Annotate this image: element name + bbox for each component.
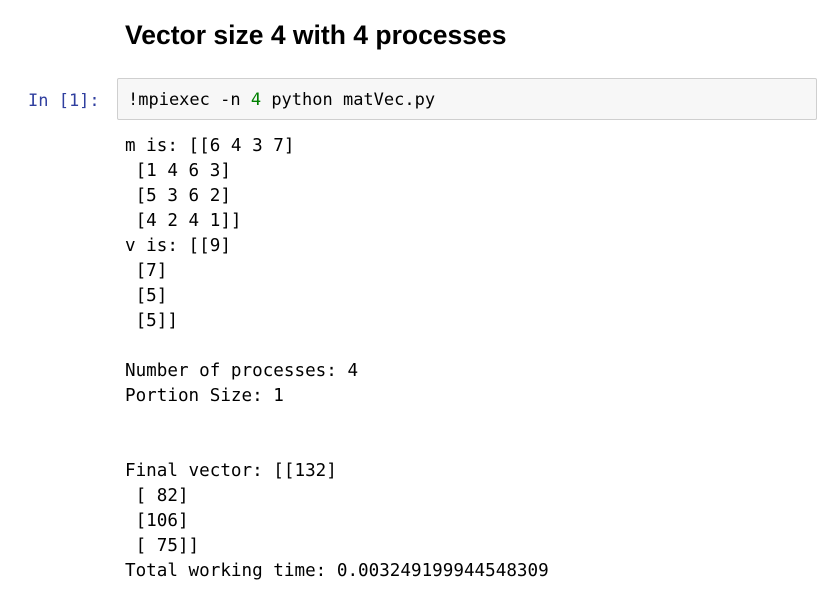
output-line: v is: [[9] (125, 236, 231, 256)
markdown-heading: Vector size 4 with 4 processes (125, 20, 507, 50)
output-line: Total working time: 0.003249199944548309 (125, 561, 549, 581)
output-line: [1 4 6 3] (125, 161, 231, 181)
code-suffix: python matVec.py (261, 90, 436, 110)
code-line: !mpiexec -n 4 python matVec.py (128, 88, 435, 112)
output-line: [7] (125, 261, 168, 281)
output-line: [5] (125, 286, 168, 306)
output-line: [ 75]] (125, 536, 200, 556)
output-line: [ 82] (125, 486, 189, 506)
output-line: Final vector: [[132] (125, 461, 337, 481)
code-cell-input[interactable]: !mpiexec -n 4 python matVec.py (117, 78, 817, 120)
cell-output: m is: [[6 4 3 7] [1 4 6 3] [5 3 6 2] [4 … (125, 134, 549, 584)
output-line: Portion Size: 1 (125, 386, 284, 406)
output-line: [5 3 6 2] (125, 186, 231, 206)
output-line: [4 2 4 1]] (125, 211, 242, 231)
output-line: [5]] (125, 311, 178, 331)
input-prompt: In [1]: (28, 91, 100, 111)
code-prefix: !mpiexec -n (128, 90, 251, 110)
output-line: [106] (125, 511, 189, 531)
output-line: m is: [[6 4 3 7] (125, 136, 295, 156)
output-line: Number of processes: 4 (125, 361, 359, 381)
code-number: 4 (250, 90, 262, 110)
